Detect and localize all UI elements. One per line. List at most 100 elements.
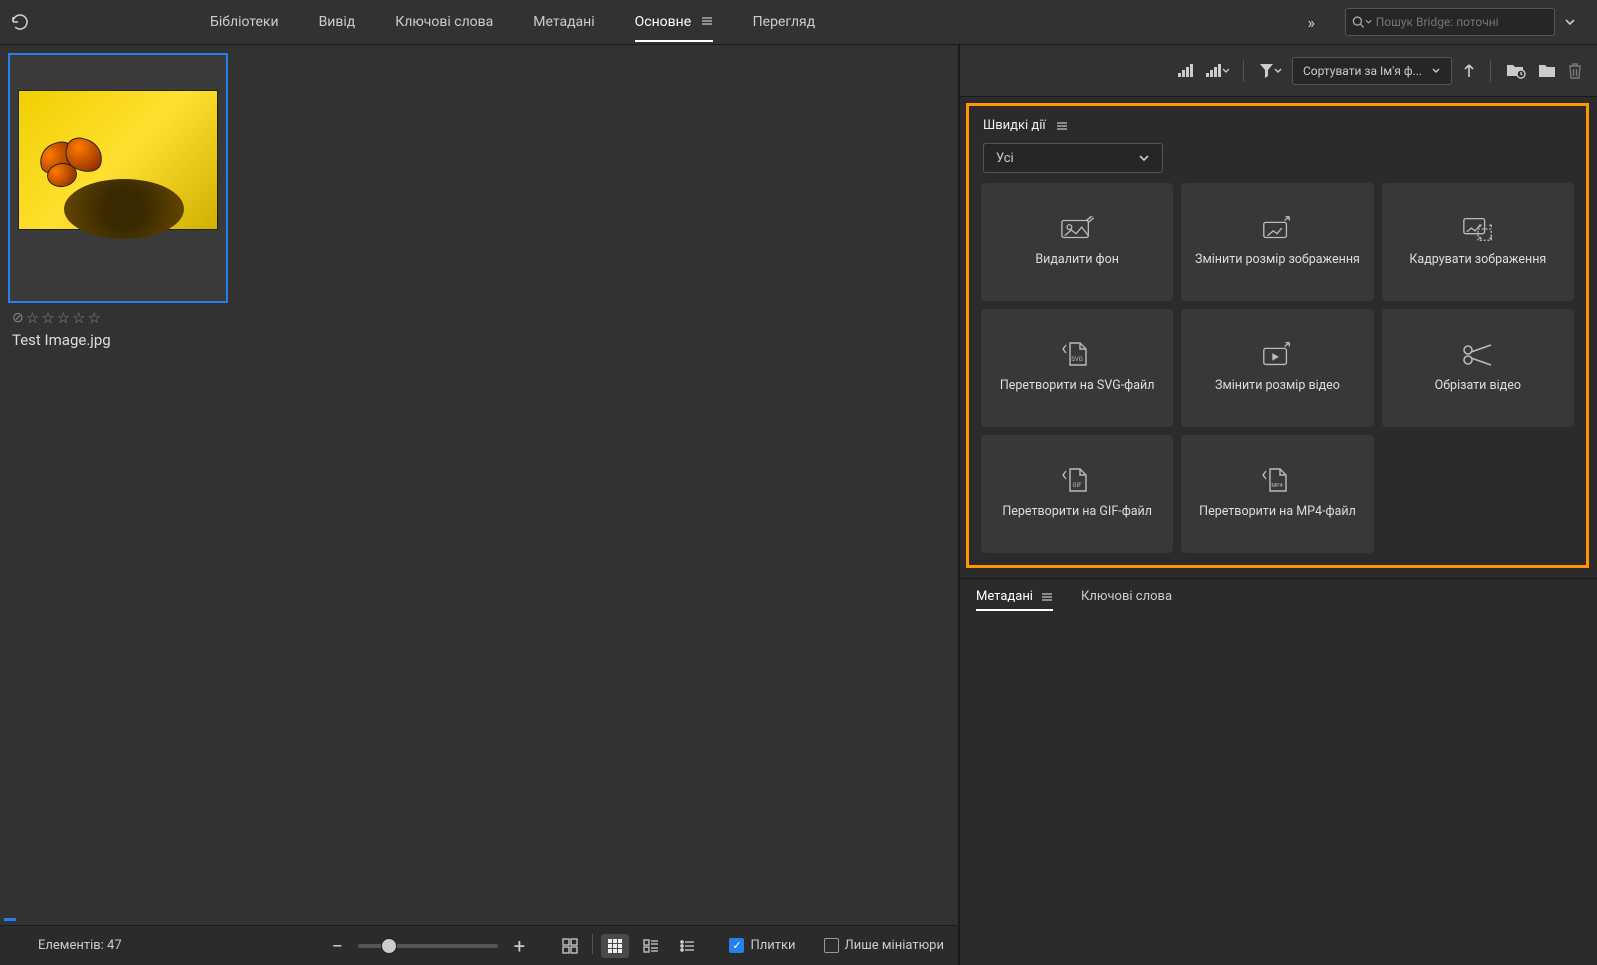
right-panel: Сортувати за Ім'я ф... Швидкі дії Усі В [960, 45, 1597, 965]
tab-output[interactable]: Вивід [319, 8, 356, 36]
quick-actions-menu-icon[interactable] [1056, 121, 1068, 131]
trim-video-icon [1461, 342, 1495, 368]
svg-text:GIF: GIF [1073, 482, 1083, 489]
filter-rating-icon[interactable] [1177, 63, 1195, 79]
convert-gif-icon: GIF [1060, 468, 1094, 494]
metadata-tab-label: Метадані [976, 589, 1033, 604]
tab-preview[interactable]: Перегляд [753, 8, 816, 36]
tab-keywords[interactable]: Ключові слова [395, 8, 493, 36]
convert-mp4-icon: MP4 [1260, 468, 1294, 494]
search-scope-chevron-icon[interactable] [1563, 15, 1577, 29]
rating-row[interactable]: ⊘ ☆ ☆ ☆ ☆ ☆ [8, 309, 233, 327]
topbar: Бібліотеки Вивід Ключові слова Метадані … [0, 0, 1597, 45]
expand-panel-icon[interactable]: » [1308, 13, 1316, 32]
metadata-tab[interactable]: Метадані [976, 589, 1053, 608]
quick-actions-panel: Швидкі дії Усі Видалити фон Змінити розм… [966, 103, 1589, 568]
topbar-tabs: Бібліотеки Вивід Ключові слова Метадані … [210, 8, 815, 36]
keywords-tab[interactable]: Ключові слова [1081, 589, 1172, 608]
tab-libraries[interactable]: Бібліотеки [210, 8, 279, 36]
star-3[interactable]: ☆ [57, 309, 70, 327]
thumbs-only-label: Лише мініатюри [845, 938, 944, 953]
thumbnail-frame[interactable] [8, 53, 228, 303]
tab-essentials[interactable]: Основне [635, 8, 713, 36]
filter-funnel-icon[interactable] [1258, 62, 1282, 80]
qa-convert-svg[interactable]: SVG Перетворити на SVG-файл [981, 309, 1173, 427]
qa-trim-video[interactable]: Обрізати відео [1382, 309, 1574, 427]
star-5[interactable]: ☆ [88, 309, 101, 327]
selection-indicator [4, 918, 16, 921]
crop-image-icon [1461, 216, 1495, 242]
sort-dropdown[interactable]: Сортувати за Ім'я ф... [1292, 57, 1452, 85]
qa-resize-image[interactable]: Змінити розмір зображення [1181, 183, 1373, 301]
tiles-checkbox[interactable]: ✓ [729, 938, 744, 953]
quick-actions-filter-dropdown[interactable]: Усі [983, 143, 1163, 173]
qa-label: Перетворити на SVG-файл [1000, 378, 1155, 395]
qa-resize-video[interactable]: Змінити розмір відео [1181, 309, 1373, 427]
quick-actions-grid: Видалити фон Змінити розмір зображення К… [977, 183, 1578, 553]
zoom-out-button[interactable]: − [328, 934, 346, 958]
zoom-slider-knob[interactable] [381, 938, 397, 954]
metadata-tab-menu-icon[interactable] [1041, 592, 1053, 602]
thumbnail-image [18, 90, 218, 230]
search-dropdown-chevron-icon[interactable] [1365, 18, 1372, 26]
search-icon [1352, 15, 1365, 29]
sort-ascending-icon[interactable] [1462, 63, 1476, 79]
convert-svg-icon: SVG [1060, 342, 1094, 368]
zoom-slider[interactable] [358, 944, 498, 948]
tab-metadata[interactable]: Метадані [533, 8, 594, 36]
view-grid-icon[interactable] [601, 934, 629, 958]
thumbs-only-toggle[interactable]: Лише мініатюри [824, 938, 944, 953]
qa-label: Перетворити на GIF-файл [1002, 504, 1152, 521]
qa-convert-gif[interactable]: GIF Перетворити на GIF-файл [981, 435, 1173, 553]
resize-video-icon [1260, 342, 1294, 368]
search-box[interactable] [1345, 8, 1555, 36]
main: ⊘ ☆ ☆ ☆ ☆ ☆ Test Image.jpg Елементів: 47… [0, 45, 1597, 965]
tiles-label: Плитки [750, 938, 795, 953]
chevron-down-icon [1138, 152, 1150, 164]
thumbnail-item[interactable]: ⊘ ☆ ☆ ☆ ☆ ☆ Test Image.jpg [8, 53, 233, 349]
zoom-controls: − + [328, 934, 528, 958]
new-folder-icon[interactable] [1537, 63, 1557, 79]
svg-text:SVG: SVG [1071, 356, 1082, 363]
chevron-down-icon [1431, 66, 1441, 76]
quick-actions-title: Швидкі дії [983, 118, 1046, 133]
thumbs-only-checkbox[interactable] [824, 938, 839, 953]
tiles-toggle[interactable]: ✓ Плитки [729, 938, 795, 953]
tab-menu-icon[interactable] [701, 16, 713, 26]
right-toolbar: Сортувати за Ім'я ф... [960, 45, 1597, 97]
view-list-icon[interactable] [673, 934, 701, 958]
open-recent-icon[interactable] [1505, 62, 1527, 80]
refresh-icon[interactable] [10, 12, 30, 32]
qa-label: Кадрувати зображення [1409, 252, 1546, 269]
search-input[interactable] [1372, 15, 1548, 29]
sort-label: Сортувати за Ім'я ф... [1303, 64, 1422, 78]
view-mode-icons [556, 934, 701, 958]
content-area[interactable]: ⊘ ☆ ☆ ☆ ☆ ☆ Test Image.jpg [0, 45, 958, 925]
qa-remove-background[interactable]: Видалити фон [981, 183, 1173, 301]
filter-rating-dropdown-icon[interactable] [1205, 63, 1229, 79]
qa-crop-image[interactable]: Кадрувати зображення [1382, 183, 1574, 301]
view-detail-icon[interactable] [637, 934, 665, 958]
zoom-in-button[interactable]: + [510, 934, 528, 958]
star-1[interactable]: ☆ [26, 309, 39, 327]
bottom-bar: Елементів: 47 − + ✓ Плитки Лише мініатюр… [0, 925, 958, 965]
quick-actions-filter-value: Усі [996, 151, 1014, 166]
tab-essentials-label: Основне [635, 14, 692, 30]
content-panel: ⊘ ☆ ☆ ☆ ☆ ☆ Test Image.jpg Елементів: 47… [0, 45, 960, 965]
reject-icon[interactable]: ⊘ [12, 310, 24, 326]
thumbnail-filename: Test Image.jpg [8, 331, 233, 349]
trash-icon[interactable] [1567, 62, 1583, 80]
qa-convert-mp4[interactable]: MP4 Перетворити на MP4-файл [1181, 435, 1373, 553]
metadata-panel-tabs: Метадані Ключові слова [960, 578, 1597, 614]
star-2[interactable]: ☆ [41, 309, 54, 327]
qa-label: Змінити розмір зображення [1195, 252, 1360, 269]
quick-actions-header: Швидкі дії [977, 116, 1578, 143]
topbar-right [1345, 8, 1577, 36]
resize-image-icon [1260, 216, 1294, 242]
qa-label: Змінити розмір відео [1215, 378, 1340, 395]
topbar-left [10, 12, 30, 32]
qa-label: Перетворити на MP4-файл [1199, 504, 1356, 521]
view-grid-lock-icon[interactable] [556, 934, 584, 958]
star-4[interactable]: ☆ [72, 309, 85, 327]
svg-text:MP4: MP4 [1272, 483, 1283, 489]
